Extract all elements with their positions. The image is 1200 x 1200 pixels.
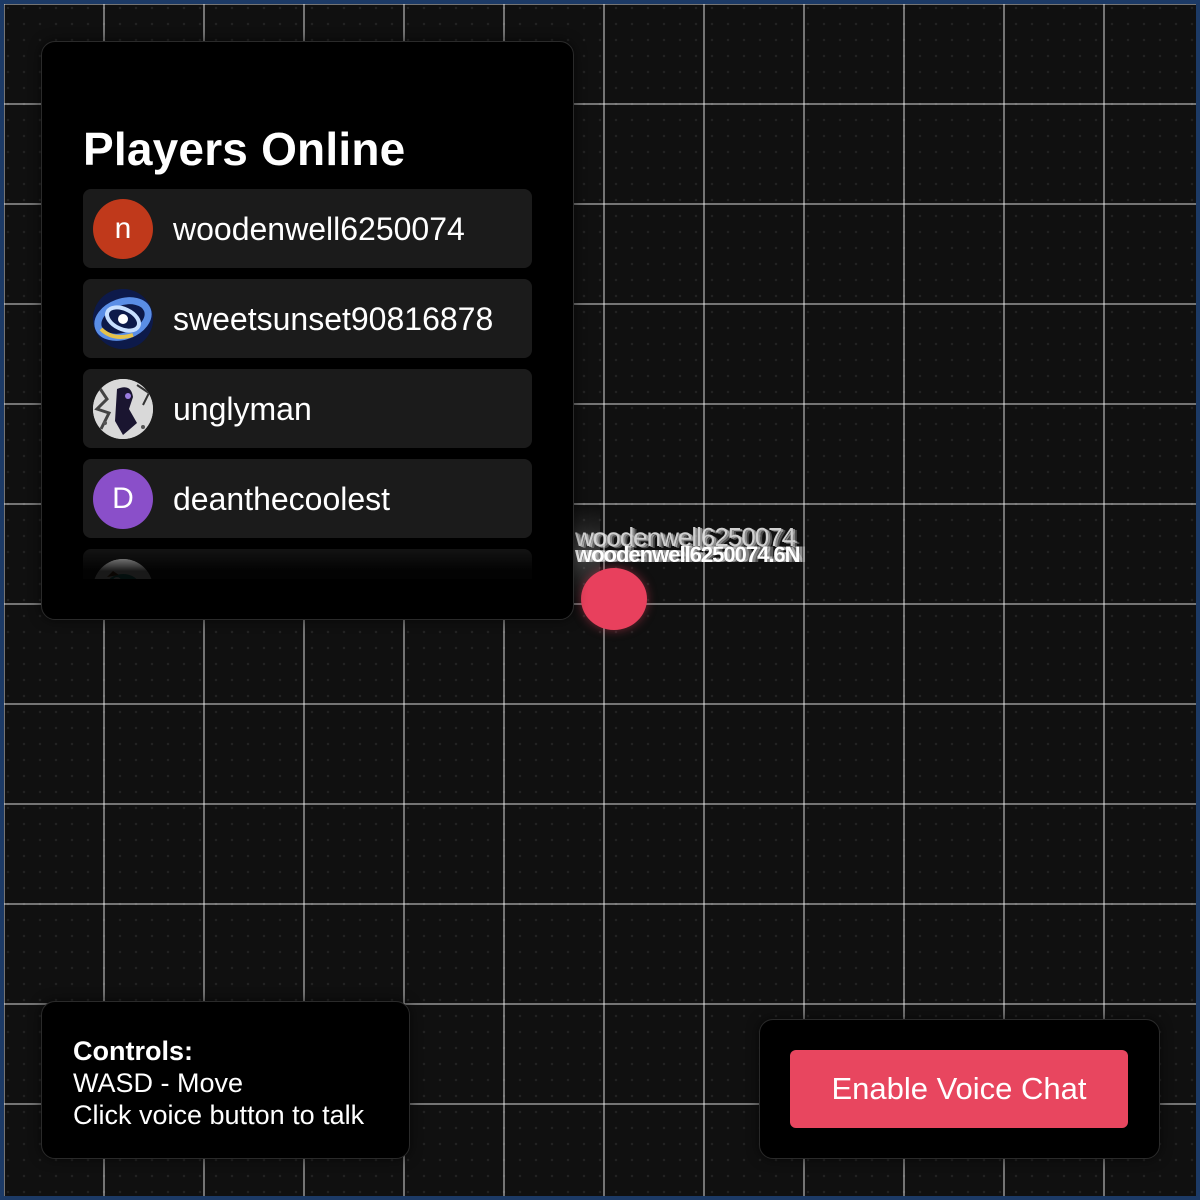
abstract-figure-icon — [93, 379, 153, 439]
player-name: deanthecoolest — [173, 481, 391, 517]
player-list-item[interactable]: unglyman — [83, 369, 532, 448]
player-list-item[interactable]: D deanthecoolest — [83, 459, 532, 538]
panel-title: Players Online — [83, 123, 406, 175]
galaxy-swirl-icon — [93, 289, 153, 349]
player-list-item[interactable]: n woodenwell6250074 — [83, 189, 532, 268]
controls-panel: Controls: WASD - Move Click voice button… — [41, 1001, 410, 1159]
player-name: woodenwell6250074 — [173, 211, 465, 247]
player-list-item[interactable]: sweetsunset90816878 — [83, 279, 532, 358]
enable-voice-chat-button[interactable]: Enable Voice Chat — [790, 1050, 1128, 1128]
list-scroll-fade — [83, 539, 532, 579]
voice-chat-panel: Enable Voice Chat — [759, 1019, 1160, 1159]
controls-text: Controls: WASD - Move Click voice button… — [73, 1035, 364, 1131]
player-avatar-blob — [581, 568, 647, 630]
player-coordinate-tag: woodenwell6250074.6N — [575, 542, 801, 567]
player-list[interactable]: n woodenwell6250074 sweetsunset90816878 — [83, 189, 532, 579]
player-sprite: woodenwell6250074 woodenwell6250074.6N — [575, 520, 801, 640]
players-online-panel: Players Online n woodenwell6250074 sweet… — [41, 41, 574, 620]
controls-line: Click voice button to talk — [73, 1100, 365, 1130]
controls-heading: Controls: — [73, 1036, 193, 1066]
controls-line: WASD - Move — [73, 1068, 244, 1098]
avatar-initial: n — [114, 212, 132, 245]
avatar: D — [93, 469, 153, 529]
avatar-initial: D — [112, 482, 134, 515]
player-name: sweetsunset90816878 — [173, 301, 494, 337]
avatar: n — [93, 199, 153, 259]
player-name: unglyman — [173, 391, 312, 427]
